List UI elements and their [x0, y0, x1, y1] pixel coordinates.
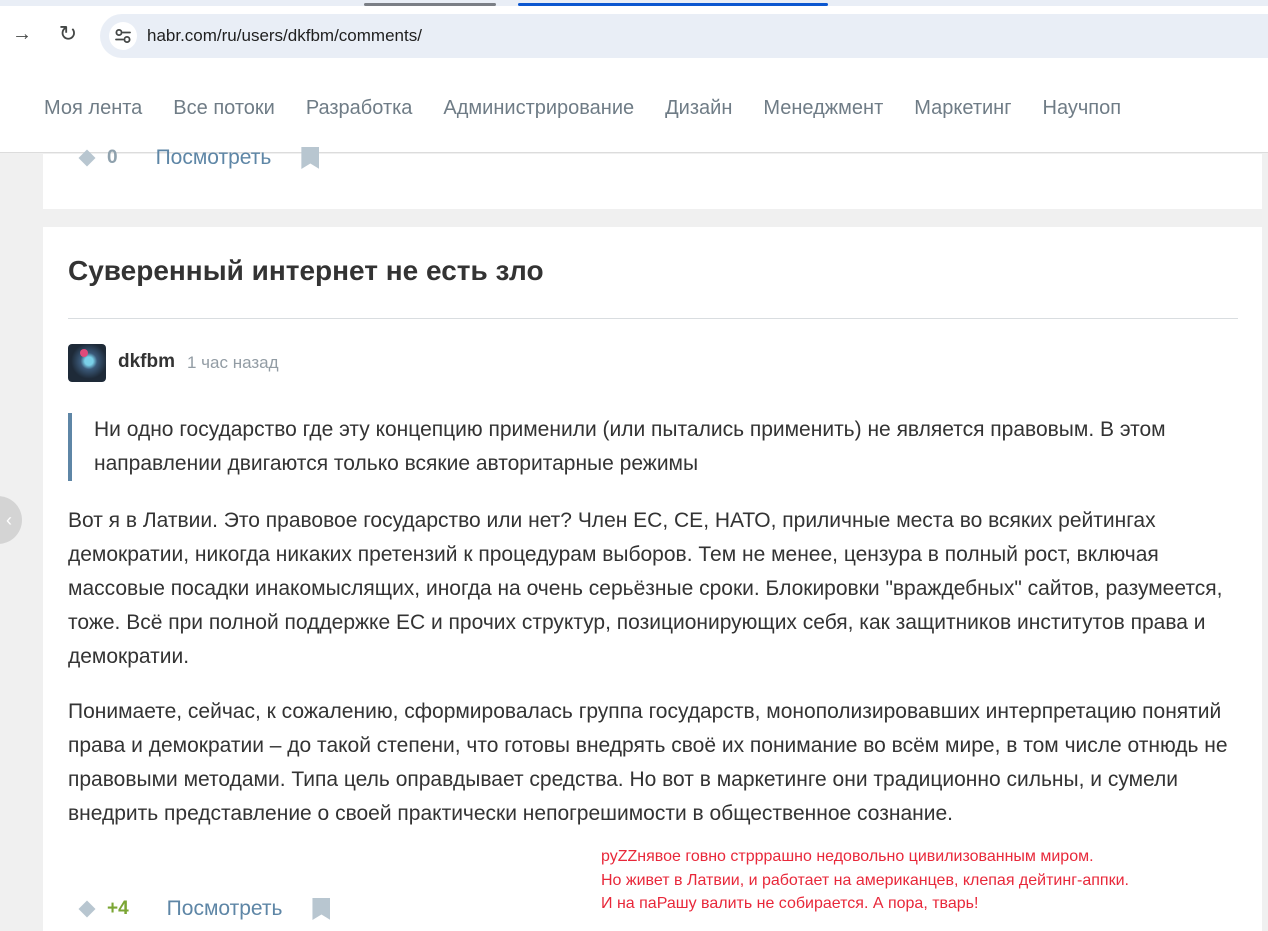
forward-icon[interactable]: →	[8, 20, 36, 48]
address-bar[interactable]: habr.com/ru/users/dkfbm/comments/	[100, 14, 1268, 58]
comment-score: 0	[107, 147, 118, 168]
annotation-line-1: руZZнявое говно стрррашно недовольно цив…	[601, 848, 1094, 865]
quoted-text: Ни одно государство где эту концепцию пр…	[68, 413, 1238, 481]
nav-item-management[interactable]: Менеджмент	[763, 97, 883, 120]
browser-toolbar: → ↻ habr.com/ru/users/dkfbm/comments/	[0, 6, 1268, 64]
comment-timestamp[interactable]: 1 час назад	[187, 353, 279, 373]
previous-comment-card: 0 Посмотреть	[43, 146, 1262, 209]
comment-paragraph-2: Понимаете, сейчас, к сожалению, сформиро…	[68, 700, 1228, 825]
bookmark-icon[interactable]	[312, 898, 331, 920]
comment-card: Суверенный интернет не есть зло dkfbm 1 …	[43, 227, 1262, 931]
bookmark-icon[interactable]	[301, 147, 320, 169]
post-title-link[interactable]: Суверенный интернет не есть зло	[68, 255, 544, 287]
reload-icon[interactable]: ↻	[54, 20, 82, 48]
view-link[interactable]: Посмотреть	[167, 897, 283, 921]
nav-item-my-feed[interactable]: Моя лента	[44, 97, 142, 120]
annotation-line-2: Но живет в Латвии, и работает на америка…	[601, 871, 1129, 889]
nav-item-all-streams[interactable]: Все потоки	[173, 97, 275, 120]
url-text[interactable]: habr.com/ru/users/dkfbm/comments/	[147, 26, 422, 46]
nav-item-design[interactable]: Дизайн	[665, 97, 732, 120]
vote-icon[interactable]	[78, 900, 96, 918]
comment-score: +4	[107, 898, 129, 919]
overlay-annotation: руZZнявое говно стрррашно недовольно цив…	[601, 845, 1129, 916]
comment-paragraph-1: Вот я в Латвии. Это правовое государство…	[68, 509, 1223, 668]
nav-item-development[interactable]: Разработка	[306, 97, 413, 120]
site-settings-icon[interactable]	[109, 22, 137, 50]
vote-icon[interactable]	[78, 149, 96, 167]
nav-item-administration[interactable]: Администрирование	[443, 97, 634, 120]
annotation-line-3: И на паРашу валить не собирается. А пора…	[601, 895, 979, 912]
nav-item-popular-science[interactable]: Научпоп	[1043, 97, 1122, 120]
avatar[interactable]	[68, 344, 106, 382]
comment-author[interactable]: dkfbm	[118, 351, 175, 373]
view-link[interactable]: Посмотреть	[156, 146, 272, 170]
previous-comment-footer: 0 Посмотреть	[77, 146, 320, 170]
nav-item-marketing[interactable]: Маркетинг	[914, 97, 1011, 120]
habr-top-navigation: Моя лента Все потоки Разработка Админист…	[0, 64, 1268, 153]
scroll-up-button[interactable]: ‹	[0, 496, 22, 544]
divider	[68, 318, 1238, 319]
comment-footer: +4 Посмотреть	[77, 897, 331, 921]
